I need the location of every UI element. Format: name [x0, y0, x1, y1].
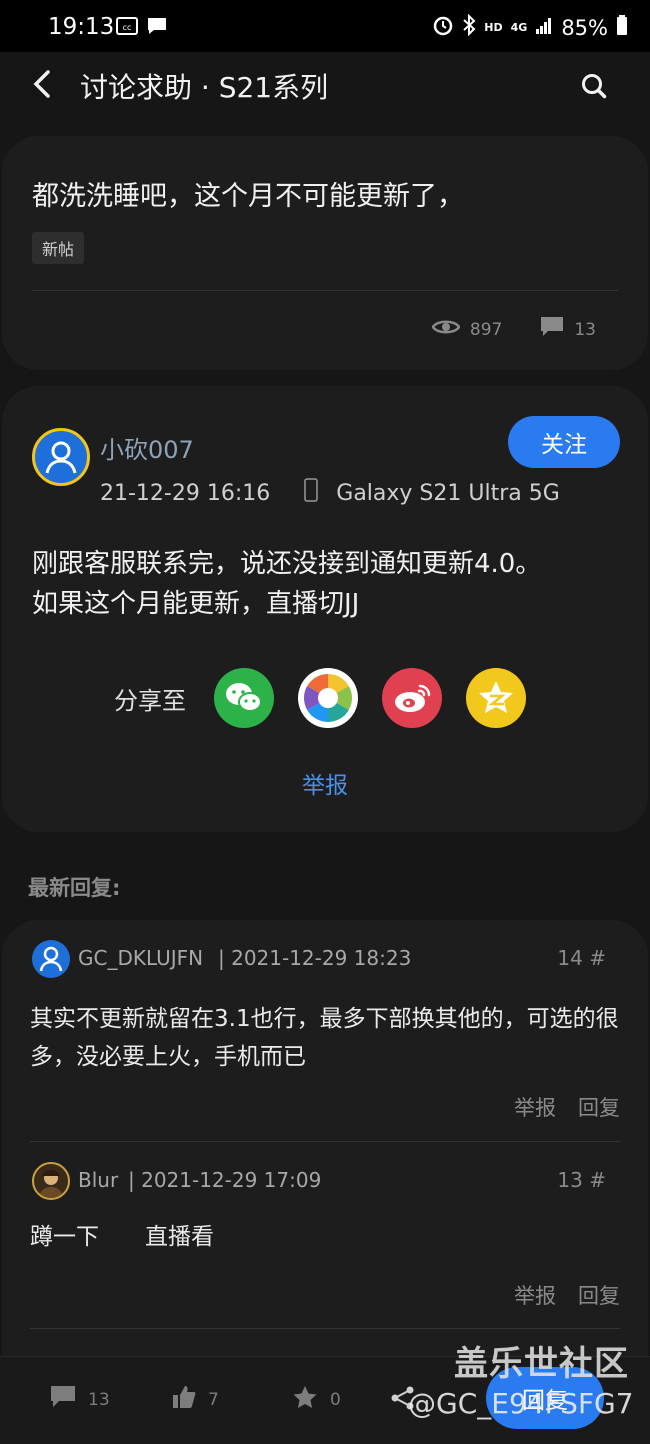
post-body-line: 如果这个月能更新，直播切JJ	[32, 589, 360, 619]
reply-author[interactable]: Blur	[78, 1168, 118, 1192]
star-icon	[292, 1385, 318, 1414]
page-title: 讨论求助 · S21系列	[80, 71, 329, 104]
favorite-button[interactable]: 0	[292, 1385, 341, 1414]
weibo-icon[interactable]	[382, 668, 442, 728]
reply-reply-button[interactable]: 回复	[578, 1280, 620, 1310]
wechat-icon[interactable]	[214, 668, 274, 728]
share-label: 分享至	[114, 686, 186, 715]
post-date: 21-12-29 16:16	[100, 480, 271, 506]
reply-item: Blur | 2021-12-29 17:09 13 # 蹲一下 直播看 举报 …	[28, 1162, 620, 1332]
eye-icon	[431, 318, 461, 341]
reply-avatar[interactable]	[32, 1162, 70, 1200]
status-right: HD 4G 85%	[432, 13, 628, 41]
signal-bars-icon	[535, 16, 553, 40]
comment-icon	[540, 316, 564, 343]
topic-stats: 897 13	[431, 316, 596, 343]
reply-floor: 13 #	[557, 1168, 606, 1192]
report-link[interactable]: 举报	[2, 766, 648, 800]
bluetooth-icon	[462, 13, 476, 41]
share-row: 分享至	[114, 668, 550, 728]
follow-button[interactable]: 关注	[508, 416, 620, 468]
reply-reply-button[interactable]: 回复	[578, 1092, 620, 1122]
divider	[30, 1328, 620, 1329]
likes-count: 7	[208, 1389, 219, 1410]
post-body: 刚跟客服联系完，说还没接到通知更新4.0。 如果这个月能更新，直播切JJ	[32, 544, 618, 624]
bottom-comments-button[interactable]: 13	[50, 1385, 110, 1414]
comments-stat: 13	[540, 316, 596, 343]
qzone-icon[interactable]	[466, 668, 526, 728]
user-watermark: @GC_E94FSFG7	[408, 1387, 634, 1420]
reply-body: 其实不更新就留在3.1也行，最多下部换其他的，可选的很多，没必要上火，手机而已	[30, 1006, 619, 1070]
thumbs-up-icon	[172, 1385, 196, 1414]
reply-time: | 2021-12-29 18:23	[218, 946, 412, 970]
author-avatar[interactable]	[32, 428, 90, 486]
favorites-count: 0	[330, 1389, 341, 1410]
divider	[32, 290, 618, 291]
cc-icon: cc	[116, 16, 138, 42]
post-body-line: 刚跟客服联系完，说还没接到通知更新4.0。	[32, 549, 542, 579]
reply-report-button[interactable]: 举报	[514, 1280, 556, 1310]
battery-icon	[616, 14, 628, 41]
comments-count: 13	[574, 319, 596, 340]
hd-label: HD	[484, 21, 503, 34]
app-header: 讨论求助 · S21系列	[0, 52, 650, 134]
content-area: 都洗洗睡吧，这个月不可能更新了， 新帖 897 13 小砍007 21-12-2…	[0, 134, 650, 1444]
reply-floor: 14 #	[557, 946, 606, 970]
comment-icon	[50, 1385, 76, 1414]
message-icon	[146, 16, 168, 42]
community-watermark: 盖乐世社区	[454, 1344, 629, 1384]
views-count: 897	[469, 319, 503, 340]
signal-label: 4G	[510, 21, 528, 34]
alarm-icon	[432, 14, 454, 41]
post-meta: 21-12-29 16:16 Galaxy S21 Ultra 5G	[100, 478, 560, 508]
reply-body: 蹲一下 直播看	[30, 1224, 214, 1250]
status-bar: 19:13 cc HD 4G 85%	[0, 0, 650, 52]
status-left-icons: cc	[116, 16, 168, 42]
post-card: 小砍007 21-12-29 16:16 Galaxy S21 Ultra 5G…	[2, 386, 648, 832]
latest-replies-label: 最新回复:	[28, 876, 121, 900]
reply-actions: 举报 回复	[514, 1280, 620, 1310]
topic-title: 都洗洗睡吧，这个月不可能更新了，	[32, 181, 464, 212]
moments-icon[interactable]	[298, 668, 358, 728]
views-stat: 897	[431, 318, 503, 341]
reply-author[interactable]: GC_DKLUJFN	[78, 946, 203, 970]
search-icon[interactable]	[580, 72, 608, 100]
author-name[interactable]: 小砍007	[100, 430, 194, 465]
battery-percent: 85%	[561, 15, 608, 40]
bottom-comments-count: 13	[88, 1389, 110, 1410]
reply-avatar[interactable]	[32, 940, 70, 978]
status-time: 19:13	[48, 14, 115, 40]
like-button[interactable]: 7	[172, 1385, 219, 1414]
reply-actions: 举报 回复	[514, 1092, 620, 1122]
new-post-tag: 新帖	[32, 232, 85, 264]
reply-report-button[interactable]: 举报	[514, 1092, 556, 1122]
reply-time: | 2021-12-29 17:09	[128, 1168, 322, 1192]
svg-text:cc: cc	[123, 23, 132, 32]
reply-item: GC_DKLUJFN | 2021-12-29 18:23 14 # 其实不更新…	[28, 940, 620, 1140]
post-device: Galaxy S21 Ultra 5G	[336, 480, 560, 506]
divider	[30, 1141, 620, 1142]
back-arrow-icon[interactable]	[30, 66, 60, 102]
topic-card: 都洗洗睡吧，这个月不可能更新了， 新帖 897 13	[2, 136, 648, 370]
phone-icon	[304, 478, 319, 508]
